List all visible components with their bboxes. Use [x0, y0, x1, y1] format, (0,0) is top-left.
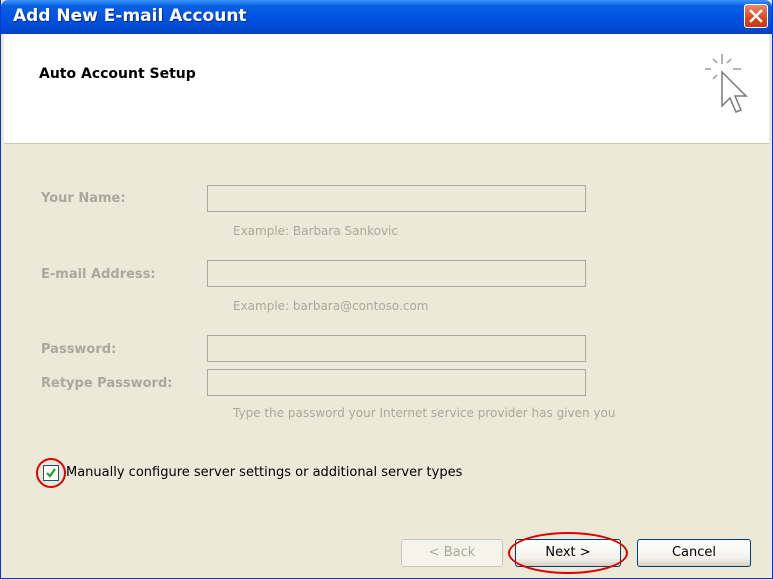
- cancel-button[interactable]: Cancel: [637, 539, 751, 567]
- back-button[interactable]: < Back: [401, 539, 503, 567]
- manual-config-label[interactable]: Manually configure server settings or ad…: [66, 465, 462, 480]
- dialog-window: Add New E-mail Account Auto Account Setu…: [0, 0, 773, 579]
- your-name-label: Your Name:: [41, 191, 126, 206]
- close-icon: [749, 9, 763, 23]
- retype-password-input[interactable]: [207, 369, 586, 396]
- email-address-label: E-mail Address:: [41, 267, 156, 282]
- email-address-input[interactable]: [207, 260, 586, 287]
- wizard-header: Auto Account Setup: [4, 34, 769, 144]
- email-address-example: Example: barbara@contoso.com: [233, 299, 429, 313]
- header-title: Auto Account Setup: [39, 66, 196, 82]
- your-name-input[interactable]: [207, 185, 586, 212]
- password-input[interactable]: [207, 335, 586, 362]
- wizard-cursor-icon: [705, 54, 748, 113]
- retype-password-label: Retype Password:: [41, 376, 173, 391]
- password-label: Password:: [41, 342, 117, 357]
- password-hint: Type the password your Internet service …: [233, 406, 616, 420]
- title-bar[interactable]: Add New E-mail Account: [1, 0, 772, 34]
- checkbox-highlight-oval: [36, 458, 66, 488]
- close-button[interactable]: [744, 4, 768, 28]
- window-title: Add New E-mail Account: [13, 6, 247, 26]
- your-name-example: Example: Barbara Sankovic: [233, 224, 398, 238]
- next-button-highlight-oval: [508, 532, 628, 574]
